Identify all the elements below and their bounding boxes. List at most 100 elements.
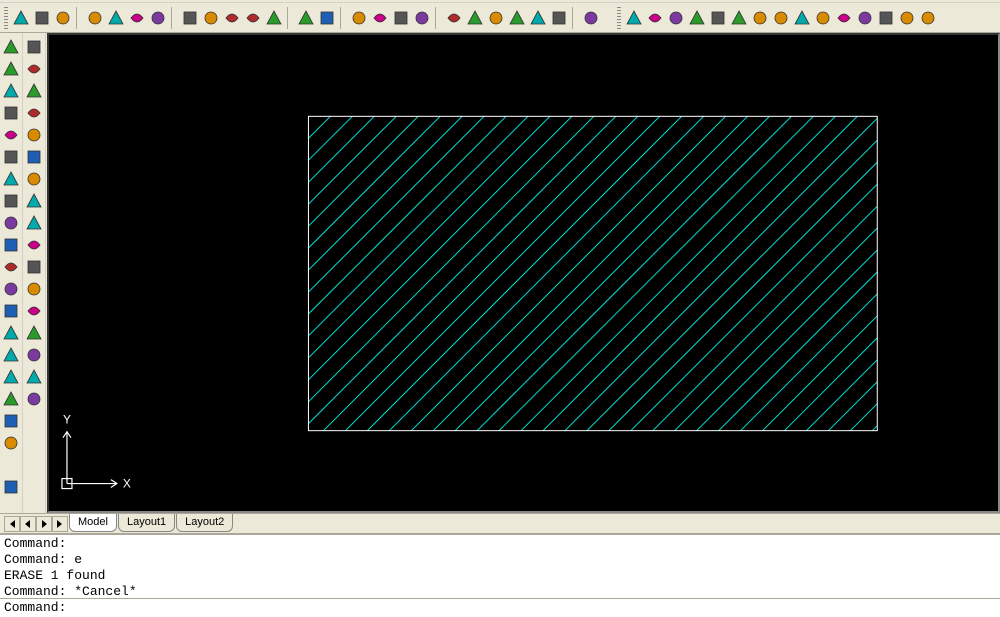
zoom-previous-icon[interactable] — [412, 8, 432, 28]
paintbrush-icon[interactable] — [264, 8, 284, 28]
torus-icon[interactable] — [24, 169, 44, 189]
table-icon[interactable] — [1, 411, 21, 431]
diameter-icon[interactable] — [750, 8, 770, 28]
target-icon[interactable] — [24, 389, 44, 409]
polyline-icon[interactable] — [1, 81, 21, 101]
presspull-icon[interactable] — [24, 367, 44, 387]
undo-icon[interactable] — [296, 8, 316, 28]
match-properties-icon[interactable] — [243, 8, 263, 28]
polysolid-icon[interactable] — [24, 235, 44, 255]
hatch-icon[interactable] — [1, 345, 21, 365]
arc-length-icon[interactable] — [666, 8, 686, 28]
tab-layout1[interactable]: Layout1 — [118, 514, 175, 532]
wedge-icon[interactable] — [24, 81, 44, 101]
aligned-dim-icon[interactable] — [645, 8, 665, 28]
command-area: Command: Command: e ERASE 1 found Comman… — [0, 533, 1000, 617]
publish-icon[interactable] — [127, 8, 147, 28]
open-icon[interactable] — [32, 8, 52, 28]
polygon-icon[interactable] — [1, 103, 21, 123]
point-icon[interactable] — [1, 323, 21, 343]
extrude-icon[interactable] — [24, 279, 44, 299]
cylinder-icon[interactable] — [24, 147, 44, 167]
center-mark-icon[interactable] — [918, 8, 938, 28]
linear-dim-icon[interactable] — [624, 8, 644, 28]
ordinate-icon[interactable] — [687, 8, 707, 28]
tolerance-icon[interactable] — [897, 8, 917, 28]
command-history: Command: Command: e ERASE 1 found Comman… — [0, 535, 1000, 599]
sheet-set-icon[interactable] — [507, 8, 527, 28]
sweep-icon[interactable] — [24, 323, 44, 343]
properties-icon[interactable] — [444, 8, 464, 28]
ucs-x-label: X — [123, 477, 131, 491]
angular-dim-icon[interactable] — [771, 8, 791, 28]
line-icon[interactable] — [1, 37, 21, 57]
print-preview-icon[interactable] — [106, 8, 126, 28]
unsaved-layer-icon[interactable] — [24, 37, 44, 57]
ucs-y-label: Y — [63, 413, 71, 427]
main-area: X Y — [0, 33, 1000, 513]
ellipse-icon[interactable] — [1, 235, 21, 255]
layout-tab-bar: Model Layout1 Layout2 — [0, 513, 1000, 533]
dim-break-icon[interactable] — [876, 8, 896, 28]
markup-icon[interactable] — [528, 8, 548, 28]
loft-icon[interactable] — [24, 345, 44, 365]
make-block-icon[interactable] — [1, 301, 21, 321]
tool-palettes-icon[interactable] — [486, 8, 506, 28]
pan-icon[interactable] — [349, 8, 369, 28]
design-center-icon[interactable] — [465, 8, 485, 28]
baseline-icon[interactable] — [813, 8, 833, 28]
tab-model[interactable]: Model — [69, 514, 117, 532]
region-icon[interactable] — [1, 389, 21, 409]
pyramid-icon[interactable] — [24, 191, 44, 211]
cut-icon[interactable] — [180, 8, 200, 28]
helix-icon[interactable] — [1, 477, 21, 497]
new-icon[interactable] — [11, 8, 31, 28]
jogged-icon[interactable] — [729, 8, 749, 28]
zoom-in-icon[interactable] — [370, 8, 390, 28]
revolve-icon[interactable] — [24, 301, 44, 321]
gradient-icon[interactable] — [1, 367, 21, 387]
text-icon[interactable] — [1, 433, 21, 453]
insert-block-icon[interactable] — [1, 279, 21, 299]
drawing-canvas[interactable]: X Y — [47, 33, 1000, 513]
paste-icon[interactable] — [222, 8, 242, 28]
tab-nav-next[interactable] — [36, 516, 52, 532]
zoom-window-icon[interactable] — [391, 8, 411, 28]
helix-3d-icon[interactable] — [24, 213, 44, 233]
box-icon[interactable] — [24, 59, 44, 79]
toolbar-grip[interactable] — [617, 7, 621, 29]
revcloud-icon[interactable] — [1, 191, 21, 211]
sphere-icon[interactable] — [24, 125, 44, 145]
redo-icon[interactable] — [317, 8, 337, 28]
toolbar-grip[interactable] — [4, 7, 8, 29]
continue-icon[interactable] — [834, 8, 854, 28]
arc-icon[interactable] — [1, 147, 21, 167]
spline-icon[interactable] — [1, 213, 21, 233]
quick-dim-icon[interactable] — [792, 8, 812, 28]
circle-icon[interactable] — [1, 169, 21, 189]
canvas-svg: X Y — [49, 35, 998, 511]
help-icon[interactable] — [581, 8, 601, 28]
command-input[interactable] — [66, 600, 996, 616]
tab-nav-last[interactable] — [52, 516, 68, 532]
tab-nav-first[interactable] — [4, 516, 20, 532]
rectangle-outline — [308, 116, 877, 430]
find-icon[interactable] — [148, 8, 168, 28]
save-icon[interactable] — [53, 8, 73, 28]
command-line[interactable]: Command: — [0, 599, 1000, 617]
print-icon[interactable] — [85, 8, 105, 28]
modeling-toolbar — [23, 33, 46, 513]
xline-icon[interactable] — [1, 59, 21, 79]
cone-icon[interactable] — [24, 103, 44, 123]
rectangle-icon[interactable] — [1, 125, 21, 145]
tab-layout2[interactable]: Layout2 — [176, 514, 233, 532]
tab-nav-prev[interactable] — [20, 516, 36, 532]
calculator-icon[interactable] — [549, 8, 569, 28]
ellipse-arc-icon[interactable] — [1, 257, 21, 277]
left-toolbars — [0, 33, 47, 513]
dim-space-icon[interactable] — [855, 8, 875, 28]
planar-icon[interactable] — [24, 257, 44, 277]
[interactable] — [1, 455, 21, 475]
copy-icon[interactable] — [201, 8, 221, 28]
radius-icon[interactable] — [708, 8, 728, 28]
